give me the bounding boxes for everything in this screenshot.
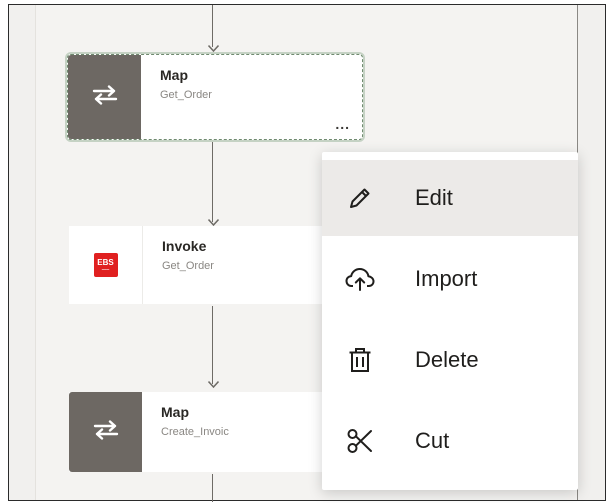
flow-connector — [212, 474, 213, 502]
arrow-down-icon — [208, 381, 219, 388]
flow-node-map-get-order[interactable]: Map Get_Order ... — [67, 54, 363, 140]
ebs-badge-text: EBS — [97, 257, 114, 267]
map-node-icon-box — [69, 392, 142, 472]
node-name-label: Create_Invoic — [161, 426, 229, 438]
map-node-icon-box — [68, 55, 141, 139]
node-type-label: Map — [161, 404, 189, 420]
scissors-icon — [342, 423, 378, 459]
flow-connector — [212, 142, 213, 222]
map-transform-icon — [92, 84, 118, 110]
arrow-down-icon — [208, 45, 219, 52]
pencil-icon — [342, 180, 378, 216]
flow-connector — [212, 5, 213, 47]
cloud-upload-icon — [342, 261, 378, 297]
flow-connector — [212, 306, 213, 384]
map-transform-icon — [93, 419, 119, 445]
trash-icon — [342, 342, 378, 378]
menu-item-import[interactable]: Import — [322, 241, 578, 317]
menu-item-label: Edit — [415, 185, 453, 210]
menu-item-label: Delete — [415, 347, 479, 372]
menu-item-label: Import — [415, 266, 478, 291]
flow-node-map-create-invoice[interactable]: Map Create_Invoic — [69, 392, 323, 472]
node-name-label: Get_Order — [160, 89, 212, 101]
node-type-label: Map — [160, 67, 188, 83]
node-body: Map Get_Order ... — [141, 55, 362, 139]
invoke-node-icon-box: EBS ━━━ — [69, 226, 143, 304]
node-body: Map Create_Invoic — [142, 392, 323, 472]
node-type-label: Invoke — [162, 238, 207, 254]
menu-item-label: Cut — [415, 428, 450, 453]
flow-node-invoke-get-order[interactable]: EBS ━━━ Invoke Get_Order — [69, 226, 323, 304]
right-lane — [577, 5, 605, 500]
left-lane — [9, 5, 36, 500]
menu-item-cut[interactable]: Cut — [322, 403, 578, 479]
arrow-down-icon — [208, 219, 219, 226]
node-name-label: Get_Order — [162, 260, 214, 272]
more-options-icon[interactable]: ... — [335, 117, 350, 131]
menu-item-delete[interactable]: Delete — [322, 322, 578, 398]
menu-item-edit[interactable]: Edit — [322, 160, 578, 236]
ebs-adapter-icon: EBS ━━━ — [93, 253, 118, 277]
node-body: Invoke Get_Order — [143, 226, 323, 304]
node-context-menu: Edit Import Delete Cut — [322, 152, 578, 490]
